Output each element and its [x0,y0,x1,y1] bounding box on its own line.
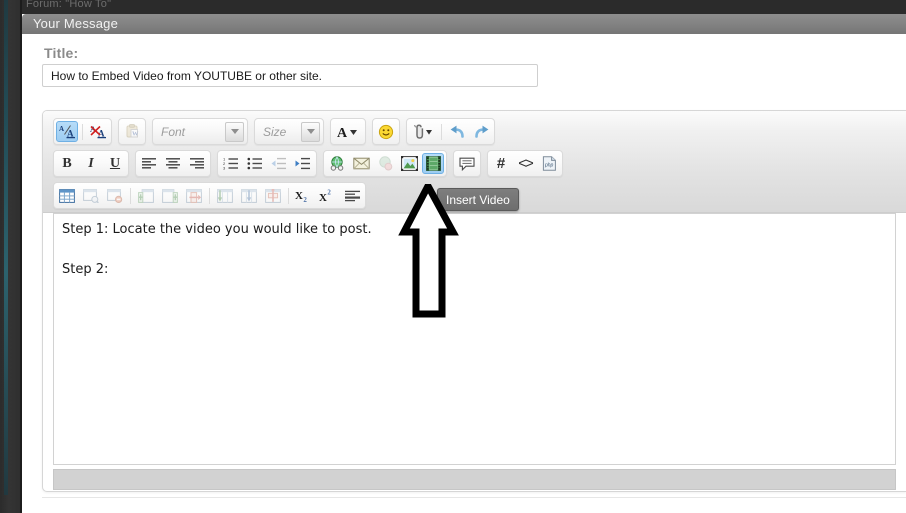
numbered-list-icon[interactable]: 1 2 3 [220,153,242,174]
paste-from-word-icon[interactable]: W [121,121,143,142]
toolbar-group-quote [453,150,481,177]
underline-icon[interactable]: U [104,153,126,174]
title-input-value: How to Embed Video from YOUTUBE or other… [51,69,323,83]
superscript-icon[interactable]: X 2 [317,185,339,206]
bold-icon[interactable]: B [56,153,78,174]
svg-text:A: A [59,125,64,133]
title-label: Title: [44,45,79,61]
title-input[interactable]: How to Embed Video from YOUTUBE or other… [42,64,538,87]
toolbar-separator [288,187,289,204]
chevron-down-icon[interactable] [225,121,244,142]
insert-table-icon[interactable] [56,185,78,206]
toolbar-row-1: A A A A W Font Size A [53,118,501,145]
page-divider [42,497,906,498]
editor-body-line: Step 1: Locate the video you would like … [62,222,372,237]
toolbar-group-code: # <> php [487,150,563,177]
undo-icon[interactable] [446,121,468,142]
spellcheck-icon[interactable]: A A [56,121,78,142]
align-right-icon[interactable] [186,153,208,174]
insert-php-icon[interactable]: php [538,153,560,174]
insert-column-left-icon[interactable] [135,185,157,206]
toolbar-group-color: A [330,118,366,145]
left-gutter [0,0,22,513]
attachment-icon[interactable] [409,121,437,142]
insert-row-below-icon[interactable] [238,185,260,206]
toolbar-group-media [323,150,447,177]
toolbar-group-list: 1 2 3 [217,150,317,177]
size-dropdown-label: Size [263,124,287,139]
editor-body-line: Step 2: [62,262,109,277]
breadcrumb[interactable]: Forum: "How To" [26,0,111,10]
italic-icon[interactable]: I [80,153,102,174]
svg-text:php: php [544,162,554,168]
bullet-list-icon[interactable] [244,153,266,174]
left-accent-strip [4,0,8,495]
svg-text:2: 2 [327,189,331,197]
indent-icon[interactable] [292,153,314,174]
insert-column-right-icon[interactable] [159,185,181,206]
page-title: Your Message [33,16,119,31]
toolbar-row-2: B I U 1 2 3 # <> php [53,150,569,177]
delete-row-icon[interactable] [262,185,284,206]
top-dark-band [22,0,906,14]
text-color-icon[interactable]: A [333,121,363,142]
svg-text:X: X [295,190,303,202]
toolbar-group-align [135,150,211,177]
unlink-icon[interactable] [374,153,396,174]
toolbar-separator [441,123,442,140]
font-dropdown[interactable]: Font [152,118,248,145]
insert-email-icon[interactable] [350,153,372,174]
svg-text:X: X [319,192,327,203]
align-left-icon[interactable] [138,153,160,174]
delete-column-icon[interactable] [183,185,205,206]
toolbar-group-paste: W [118,118,146,145]
message-body-editor[interactable]: Step 1: Locate the video you would like … [53,213,896,465]
toolbar-separator [130,187,131,204]
toolbar-row-3: X 2 X 2 [53,182,372,209]
insert-code-icon[interactable]: <> [514,153,536,174]
emoticon-icon[interactable] [375,121,397,142]
insert-row-above-icon[interactable] [214,185,236,206]
insert-video-icon[interactable] [422,153,444,174]
insert-image-icon[interactable] [398,153,420,174]
delete-table-icon[interactable] [104,185,126,206]
size-dropdown[interactable]: Size [254,118,324,145]
subscript-icon[interactable]: X 2 [293,185,315,206]
svg-text:W: W [132,131,139,138]
toolbar-group-attach-history [406,118,495,145]
rich-text-editor: A A A A W Font Size A B I U 1 2 3 # <> p… [42,110,906,492]
message-header-bar [22,14,906,34]
chevron-down-icon[interactable] [301,121,320,142]
insert-link-icon[interactable] [326,153,348,174]
outdent-icon[interactable] [268,153,290,174]
align-center-icon[interactable] [162,153,184,174]
font-dropdown-label: Font [161,124,186,139]
toolbar-group-style: B I U [53,150,129,177]
editor-body-blank-line [62,240,887,260]
svg-text:3: 3 [223,166,226,170]
toolbar-group-emoticon [372,118,400,145]
svg-text:2: 2 [303,196,307,203]
svg-text:A: A [337,126,348,140]
redo-icon[interactable] [470,121,492,142]
insert-quote-icon[interactable] [456,153,478,174]
insert-hash-icon[interactable]: # [490,153,512,174]
toolbar-separator [209,187,210,204]
annotation-arrow-up-icon [398,178,462,324]
table-properties-icon[interactable] [80,185,102,206]
remove-format-icon[interactable]: A A [87,121,109,142]
toolbar-group-spelling: A A A A [53,118,112,145]
editor-status-bar [53,469,896,490]
toolbar-separator [82,123,83,140]
horizontal-rule-icon[interactable] [341,185,363,206]
toolbar-group-table: X 2 X 2 [53,182,366,209]
